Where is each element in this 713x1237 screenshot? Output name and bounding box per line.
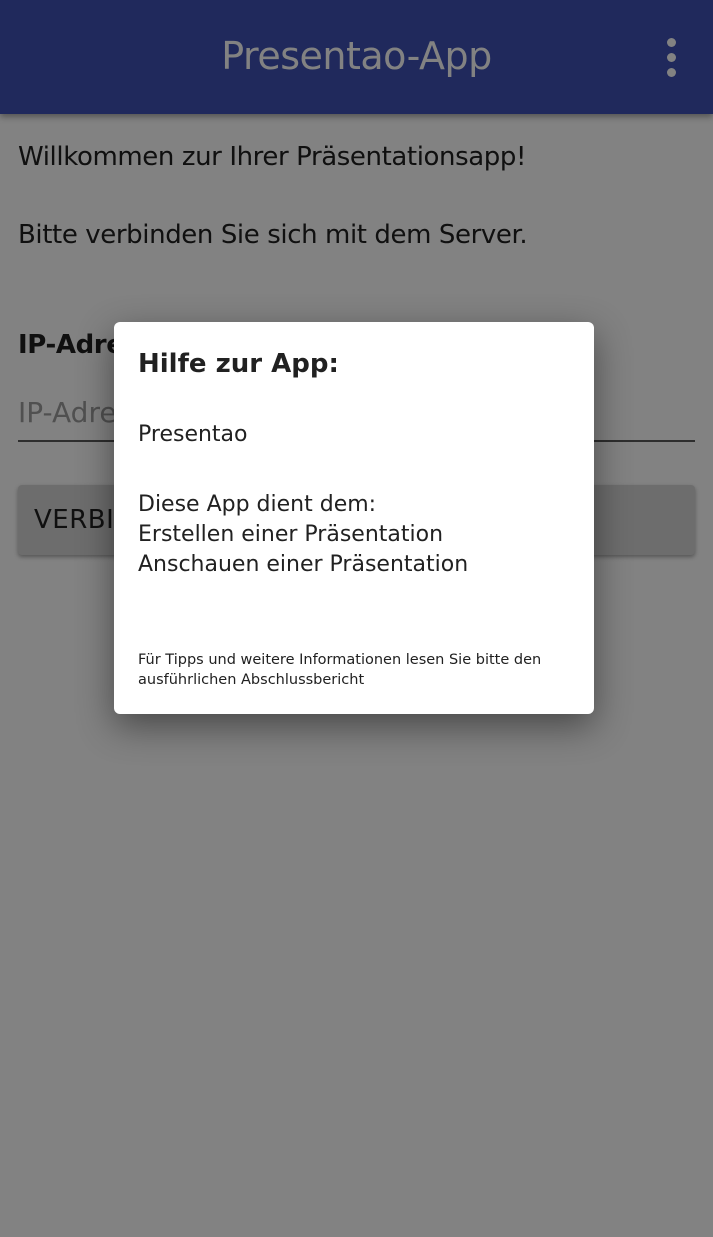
- purpose-item-view: Anschauen einer Präsentation: [138, 552, 469, 577]
- dialog-app-name: Presentao: [138, 422, 248, 447]
- purpose-item-create: Erstellen einer Präsentation: [138, 522, 444, 547]
- dialog-note: Für Tipps und weitere Informationen lese…: [138, 652, 542, 688]
- help-dialog: Hilfe zur App: Presentao Diese App dient…: [114, 322, 594, 714]
- dialog-title: Hilfe zur App:: [138, 349, 339, 379]
- purpose-heading: Diese App dient dem:: [138, 492, 377, 517]
- dialog-purpose: Diese App dient dem: Erstellen einer Prä…: [138, 490, 468, 580]
